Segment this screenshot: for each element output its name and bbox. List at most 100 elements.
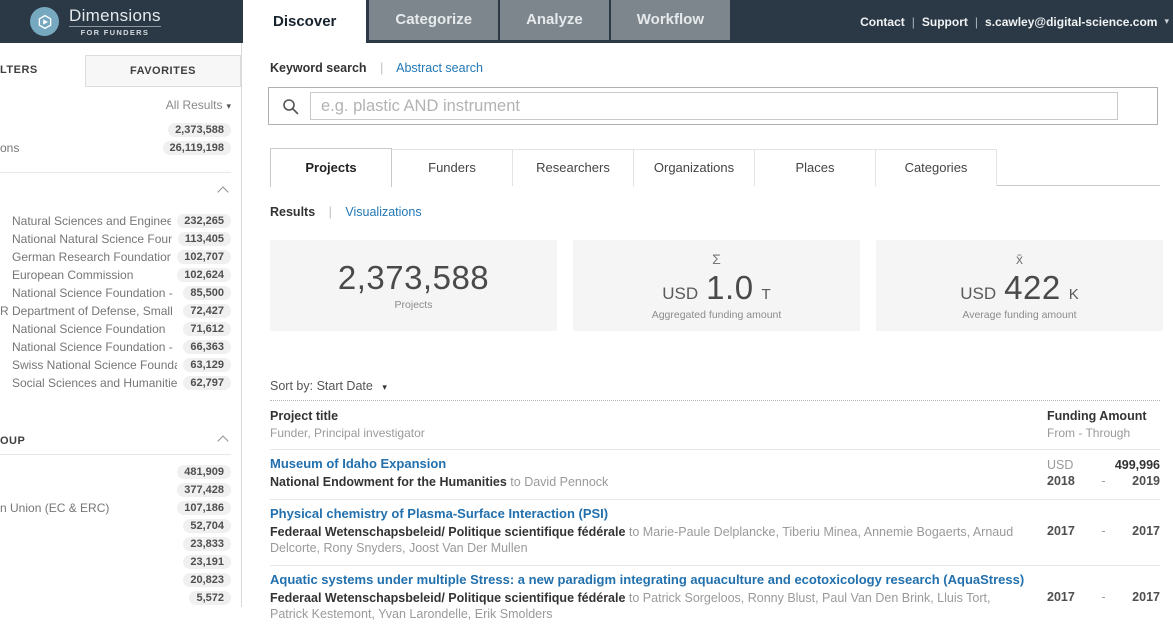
group-facet-row[interactable]: 52,704 xyxy=(0,517,231,535)
nav-tab[interactable]: Analyze xyxy=(500,0,609,40)
year-from: 2017 xyxy=(1047,524,1075,538)
funder-facet-row[interactable]: Swiss National Science Foundation 63,129 xyxy=(0,356,231,374)
entity-tab[interactable]: Projects xyxy=(270,148,392,187)
year-dash: - xyxy=(1101,590,1105,604)
funder-name: Federaal Wetenschapsbeleid/ Politique sc… xyxy=(270,591,625,605)
group-facet-row[interactable]: 5,572 xyxy=(0,589,231,607)
entity-tab[interactable]: Researchers xyxy=(512,149,634,186)
stat-cards: 2,373,588 Projects Σ USD 1.0 T Aggregate… xyxy=(270,240,1163,331)
visualizations-link[interactable]: Visualizations xyxy=(345,205,421,219)
separator: | xyxy=(329,205,332,219)
year-through: 2017 xyxy=(1132,524,1160,538)
count-badge: 2,373,588 xyxy=(168,123,231,137)
group-facet-row[interactable]: 377,428 xyxy=(0,481,231,499)
separator: | xyxy=(975,15,978,29)
stat-value: 422 xyxy=(1004,270,1061,306)
project-title-link[interactable]: Museum of Idaho Expansion xyxy=(270,456,1030,471)
contact-link[interactable]: Contact xyxy=(860,15,905,29)
nav-tab[interactable]: Discover xyxy=(243,0,366,43)
funder-facet-row[interactable]: Natural Sciences and Engineering.. 232,2… xyxy=(0,212,231,230)
count-badge: 71,612 xyxy=(183,322,231,336)
sort-dropdown[interactable]: Sort by: Start Date ▾ xyxy=(270,379,387,393)
group-facet-row[interactable]: 23,833 xyxy=(0,535,231,553)
count-badge: 481,909 xyxy=(177,465,231,479)
nav-tab-label: Categorize xyxy=(395,11,472,28)
funder-group-section-header[interactable]: OUP xyxy=(0,433,227,449)
project-title-link[interactable]: Aquatic systems under multiple Stress: a… xyxy=(270,572,1030,587)
summary-row[interactable]: ons 26,119,198 xyxy=(0,139,231,157)
funding-years-line: 2017 - 2017 xyxy=(1047,589,1160,605)
entity-tab[interactable]: Categories xyxy=(875,149,997,186)
all-results-dropdown[interactable]: All Results▾ xyxy=(166,98,231,112)
chevron-up-icon xyxy=(217,186,228,197)
facet-label: Natural Sciences and Engineering.. xyxy=(12,214,171,228)
group-facet-row[interactable]: 23,191 xyxy=(0,553,231,571)
group-facet-row[interactable]: 20,823 xyxy=(0,571,231,589)
year-through: 2017 xyxy=(1132,590,1160,604)
count-badge: 23,833 xyxy=(183,537,231,551)
count-badge: 63,129 xyxy=(183,358,231,372)
project-meta: Federaal Wetenschapsbeleid/ Politique sc… xyxy=(270,524,1030,556)
count-badge: 113,405 xyxy=(178,232,231,246)
funder-facet-row[interactable]: National Science Foundation - Di... 85,5… xyxy=(0,284,231,302)
entity-tab[interactable]: Organizations xyxy=(633,149,755,186)
tab-favorites[interactable]: FAVORITES xyxy=(85,55,241,87)
main-content: Keyword search | Abstract search Project… xyxy=(243,43,1173,607)
stat-label: Projects xyxy=(395,299,433,311)
abstract-search-link[interactable]: Abstract search xyxy=(396,61,483,75)
facet-label: National Science Foundation xyxy=(12,322,177,336)
entity-tab[interactable]: Places xyxy=(754,149,876,186)
nav-tab[interactable]: Categorize xyxy=(369,0,498,40)
chevron-down-icon: ▾ xyxy=(382,382,387,392)
app-logo[interactable]: Dimensions FOR FUNDERS xyxy=(0,0,243,43)
group-facet-row[interactable]: 481,909 xyxy=(0,463,231,481)
project-meta: Federaal Wetenschapsbeleid/ Politique sc… xyxy=(270,590,1030,622)
stat-card: 2,373,588 Projects xyxy=(270,240,557,331)
support-link[interactable]: Support xyxy=(922,15,968,29)
summary-row[interactable]: 2,373,588 xyxy=(0,121,231,139)
divider xyxy=(0,172,231,173)
stat-value: 1.0 xyxy=(706,270,753,306)
keyword-search-link[interactable]: Keyword search xyxy=(270,61,367,75)
funder-facet-row[interactable]: German Research Foundation 102,707 xyxy=(0,248,231,266)
nav-tab[interactable]: Workflow xyxy=(611,0,730,40)
funder-facet-row[interactable]: National Science Foundation - Di... 66,3… xyxy=(0,338,231,356)
funder-facet-row[interactable]: National Natural Science Founda... 113,4… xyxy=(0,230,231,248)
entity-tabs: Projects Funders Researchers Organizatio… xyxy=(270,148,1160,186)
funder-facet-row[interactable]: European Commission 102,624 xyxy=(0,266,231,284)
project-title-link[interactable]: Physical chemistry of Plasma-Surface Int… xyxy=(270,506,1030,521)
funding-amount-line xyxy=(1047,573,1160,589)
entity-tab-label: Categories xyxy=(905,160,968,175)
user-email[interactable]: s.cawley@digital-science.com xyxy=(985,15,1157,29)
funding-amount: 499,996 xyxy=(1115,458,1160,472)
funding-amount-line xyxy=(1047,507,1160,523)
results-link[interactable]: Results xyxy=(270,205,315,219)
count-badge: 72,427 xyxy=(183,304,231,318)
facet-label: Department of Defense, Small Bu... xyxy=(12,304,177,318)
funding-cell: 2017 - 2017 xyxy=(1047,573,1160,605)
project-meta: National Endowment for the Humanities to… xyxy=(270,474,1030,490)
entity-tab[interactable]: Funders xyxy=(391,149,513,186)
count-badge: 232,265 xyxy=(177,214,231,228)
entity-tab-label: Projects xyxy=(305,160,356,175)
facet-label: National Science Foundation - Di... xyxy=(12,340,177,354)
funding-amount-line: USD 499,996 xyxy=(1047,457,1160,473)
funder-facet-row[interactable]: Social Sciences and Humanities R... 62,7… xyxy=(0,374,231,392)
funder-facet-row[interactable]: National Science Foundation 71,612 xyxy=(0,320,231,338)
divider xyxy=(0,454,231,455)
search-input[interactable] xyxy=(310,92,1118,120)
facet-edge-text: R xyxy=(0,304,9,318)
table-row: Museum of Idaho Expansion National Endow… xyxy=(270,449,1160,499)
facet-label: National Natural Science Founda... xyxy=(12,232,172,246)
facet-label: European Commission xyxy=(12,268,171,282)
chevron-down-icon[interactable]: ▾ xyxy=(1164,16,1169,27)
stat-label: Aggregated funding amount xyxy=(652,309,782,321)
count-badge: 66,363 xyxy=(183,340,231,354)
funder-section-collapse[interactable] xyxy=(219,183,227,201)
group-facet-row[interactable]: n Union (EC & ERC) 107,186 xyxy=(0,499,231,517)
count-badge: 5,572 xyxy=(189,591,231,605)
count-badge: 20,823 xyxy=(183,573,231,587)
tab-filters[interactable]: LTERS xyxy=(0,64,38,76)
funder-facet-row[interactable]: R Department of Defense, Small Bu... 72,… xyxy=(0,302,231,320)
stat-label: Average funding amount xyxy=(962,309,1076,321)
